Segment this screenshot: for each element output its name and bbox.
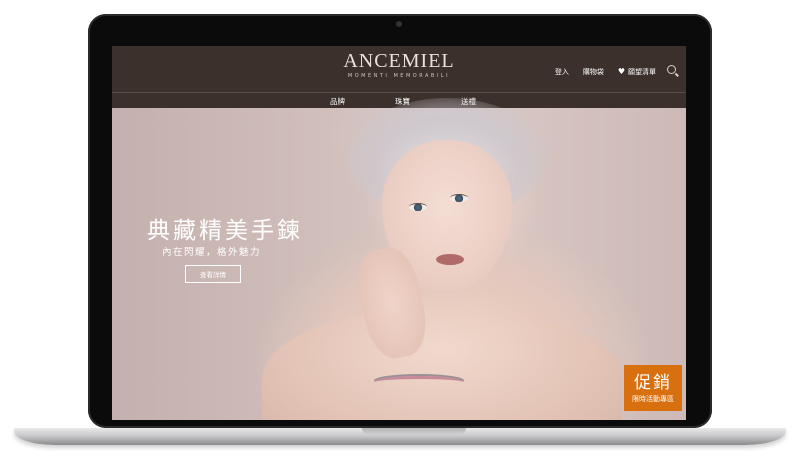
promo-subtitle: 限時活動專區 — [632, 395, 674, 403]
hero-title: 典藏精美手鍊 — [147, 218, 303, 244]
heart-icon: ♥ — [617, 67, 625, 76]
model-eye-left — [409, 203, 427, 211]
laptop-screen: ANCEMIEL MOMENTI MEMORABILI 登入 購物袋 ♥ 願望清單… — [112, 46, 686, 420]
model-shoulders — [262, 308, 622, 420]
promo-title: 促銷 — [634, 373, 672, 393]
model-lips — [436, 254, 464, 265]
cart-link[interactable]: 購物袋 — [583, 67, 604, 77]
wishlist-link[interactable]: ♥ 願望清單 — [618, 67, 656, 77]
login-link[interactable]: 登入 — [555, 67, 569, 77]
hero-subtitle: 內在閃耀，格外魅力 — [162, 247, 262, 258]
header-links: 登入 購物袋 ♥ 願望清單 — [555, 67, 656, 77]
camera-icon — [396, 21, 402, 27]
model-eye-right — [450, 194, 468, 202]
laptop-lid: ANCEMIEL MOMENTI MEMORABILI 登入 購物袋 ♥ 願望清單… — [88, 14, 712, 428]
bracelet-image — [374, 376, 464, 389]
view-details-button[interactable]: 查看詳情 — [185, 265, 241, 283]
wishlist-label: 願望清單 — [628, 68, 656, 76]
site-header: ANCEMIEL MOMENTI MEMORABILI 登入 購物袋 ♥ 願望清單 — [112, 46, 686, 92]
hero-banner: 典藏精美手鍊 內在閃耀，格外魅力 查看詳情 促銷 限時活動專區 — [112, 98, 686, 420]
laptop-base — [14, 428, 786, 445]
promo-badge[interactable]: 促銷 限時活動專區 — [624, 365, 682, 411]
search-icon[interactable] — [667, 65, 676, 74]
laptop-notch — [362, 428, 466, 435]
nav-item-brand[interactable]: 品牌 — [330, 96, 345, 107]
